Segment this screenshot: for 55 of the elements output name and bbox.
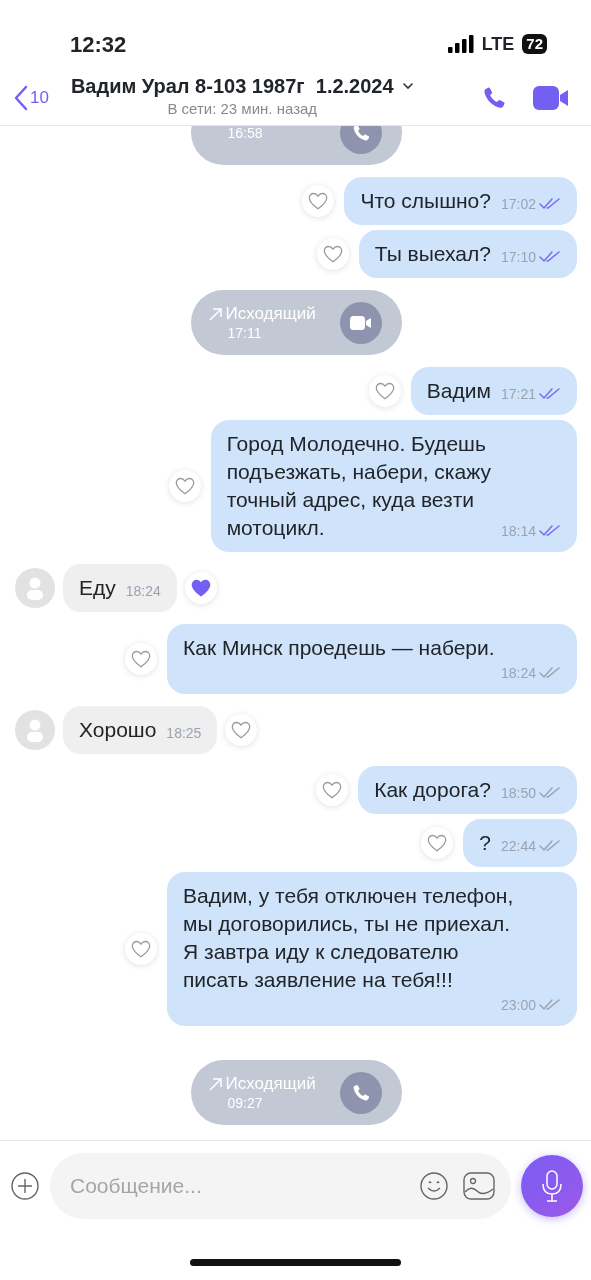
avatar-icon: [15, 710, 55, 750]
outgoing-arrow-icon: [207, 305, 224, 322]
heart-icon[interactable]: [173, 475, 196, 497]
microphone-button[interactable]: [521, 1154, 583, 1217]
signal-icon: [447, 35, 474, 53]
message-time: 23:00: [500, 996, 536, 1015]
message-text: Город Молодечно. Будешь подъезжать, набери, скажу точный адрес, куда везти мотоцикл.: [226, 431, 491, 541]
call-label: Исходящий: [225, 303, 316, 324]
heart-icon[interactable]: [373, 380, 396, 402]
heart-icon[interactable]: [130, 648, 152, 670]
network-label: LTE: [481, 32, 515, 56]
avatar-icon: [15, 568, 55, 608]
filled-heart-icon[interactable]: [189, 577, 212, 599]
heart-icon[interactable]: [230, 719, 253, 741]
message-text: Как дорога?: [374, 777, 491, 803]
call-label: Исходящий: [225, 1073, 316, 1094]
heart-icon[interactable]: [426, 832, 449, 854]
message-time: 18:50: [500, 784, 536, 803]
image-icon[interactable]: [463, 1171, 495, 1200]
message-text: Хорошо: [79, 717, 157, 743]
video-call-icon[interactable]: [533, 84, 569, 111]
heart-icon[interactable]: [321, 779, 344, 801]
message-time: 18:24: [125, 582, 161, 601]
last-seen-status: В сети: 23 мин. назад: [167, 99, 318, 120]
message-time: 18:24: [500, 664, 536, 683]
status-time: 12:32: [70, 30, 127, 59]
message-field[interactable]: Сообщение...: [50, 1152, 511, 1219]
message-time: 17:02: [500, 195, 536, 214]
heart-icon[interactable]: [307, 190, 330, 212]
back-button[interactable]: 10: [14, 84, 49, 111]
message-time: 22:44: [500, 837, 536, 856]
chat-title[interactable]: Вадим Урал 8-103 1987г 1.2.2024: [70, 74, 394, 99]
call-time: 17:11: [226, 323, 263, 342]
emoji-icon[interactable]: [419, 1170, 449, 1201]
microphone-icon: [541, 1169, 563, 1202]
message-time: 18:25: [166, 724, 202, 743]
message-text: Вадим, у тебя отключен телефон, мы договорились, ты не приехал. Я завтра иду к следователю писать заявление на тебя!!!: [183, 883, 514, 993]
message-time: 18:14: [500, 522, 536, 541]
battery-level: 72: [522, 34, 547, 54]
message-time: 17:10: [500, 248, 536, 267]
message-text: Ты выехал?: [374, 241, 491, 267]
message-text: Вадим: [426, 378, 491, 404]
message-text: ?: [479, 830, 491, 856]
heart-icon[interactable]: [130, 938, 152, 960]
add-icon[interactable]: [10, 1170, 40, 1201]
call-time: 16:58: [226, 126, 263, 142]
message-text: Как Минск проедешь — набери.: [183, 635, 495, 661]
outgoing-arrow-icon: [207, 1075, 224, 1092]
heart-icon[interactable]: [321, 243, 344, 265]
message-input[interactable]: Сообщение...: [68, 1168, 405, 1203]
message-time: 17:21: [500, 385, 536, 404]
message-text: Еду: [79, 575, 116, 601]
chevron-down-icon[interactable]: [401, 82, 414, 91]
message-text: Что слышно?: [360, 188, 491, 214]
call-time: 09:27: [226, 1093, 264, 1112]
